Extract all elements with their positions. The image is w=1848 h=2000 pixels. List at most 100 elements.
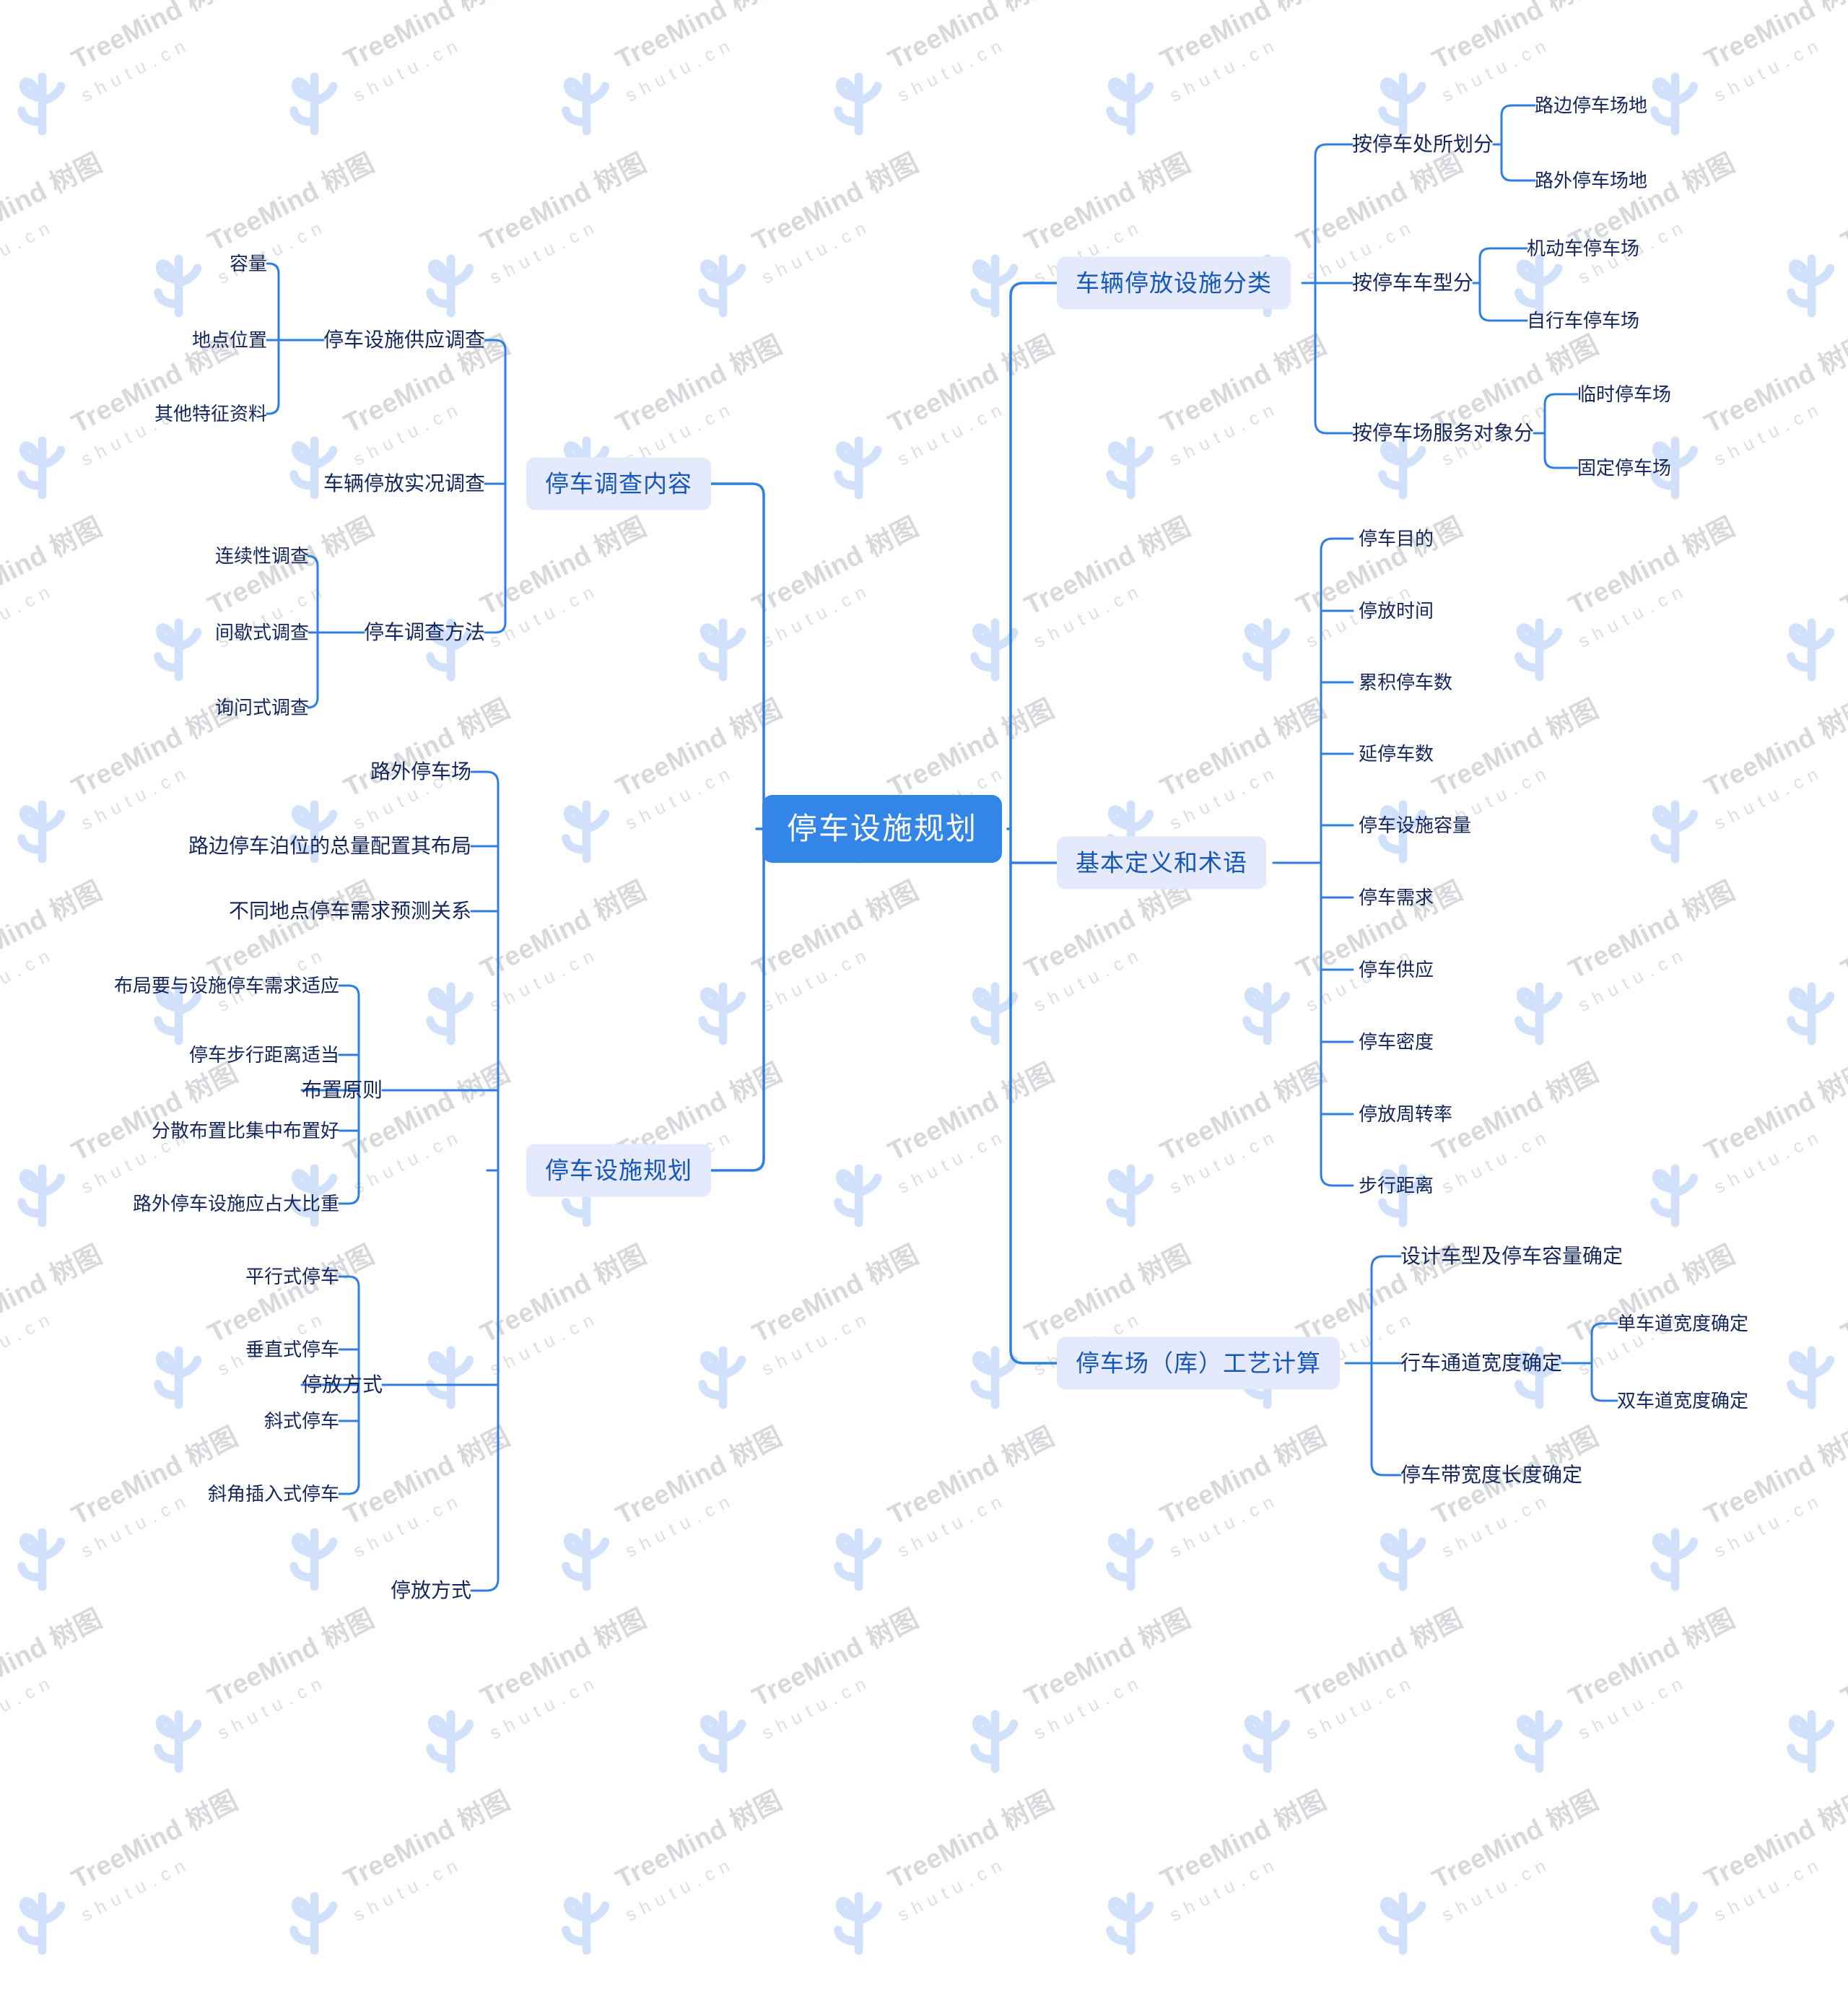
leaf-node[interactable]: 地点位置 xyxy=(192,331,267,349)
leaf-node[interactable]: 平行式停车 xyxy=(245,1267,339,1286)
leaf-node[interactable]: 路边停车场地 xyxy=(1535,96,1647,115)
watermark-site: shutu.cn xyxy=(0,1671,59,1744)
leaf-node[interactable]: 自行车停车场 xyxy=(1527,311,1639,330)
leaf-node[interactable]: 连续性调查 xyxy=(215,547,309,565)
sub-branch-node[interactable]: 停车带宽度长度确定 xyxy=(1400,1465,1582,1485)
sub-branch-node[interactable]: 停车设施供应调查 xyxy=(323,330,485,350)
connector-line xyxy=(484,339,507,352)
sub-branch-node[interactable]: 路外停车场 xyxy=(370,762,471,782)
watermark-site: shutu.cn xyxy=(1031,1671,1148,1744)
watermark-site: shutu.cn xyxy=(1303,1671,1420,1744)
connector-line xyxy=(1320,1173,1354,1187)
leaf-node[interactable]: 延停车数 xyxy=(1359,744,1434,763)
connector-line xyxy=(307,696,319,709)
leaf-node[interactable]: 停车设施容量 xyxy=(1359,816,1471,835)
root-node[interactable]: 停车设施规划 xyxy=(762,795,1003,863)
sub-branch-node[interactable]: 停放方式 xyxy=(302,1375,383,1395)
sub-branch-node[interactable]: 设计车型及停车容量确定 xyxy=(1400,1246,1623,1266)
watermark-tile: TreeMind 树图shutu.cn xyxy=(1633,1785,1848,2000)
connector-line xyxy=(1590,1322,1618,1335)
sub-branch-node[interactable]: 按停车处所划分 xyxy=(1352,134,1494,155)
cactus-branch-icon xyxy=(147,1707,207,1776)
sub-branch-node[interactable]: 路边停车泊位的总量配置其布局 xyxy=(188,836,471,856)
cactus-branch-icon xyxy=(963,1707,1024,1776)
leaf-node[interactable]: 固定停车场 xyxy=(1577,458,1671,477)
watermark-brand: TreeMind 树图 xyxy=(339,1785,515,1895)
cactus-branch-icon xyxy=(1643,1889,1704,1958)
sub-branch-node[interactable]: 布置原则 xyxy=(302,1080,383,1100)
cactus-branch-icon xyxy=(1371,1889,1431,1958)
leaf-node[interactable]: 双车道宽度确定 xyxy=(1617,1391,1748,1410)
connector-line xyxy=(307,555,319,568)
watermark-site: shutu.cn xyxy=(622,1853,739,1926)
leaf-node[interactable]: 间歇式调查 xyxy=(215,623,309,642)
leaf-node[interactable]: 停车需求 xyxy=(1359,888,1434,907)
cactus-branch-icon xyxy=(1099,1889,1159,1958)
leaf-node[interactable]: 临时停车场 xyxy=(1577,385,1671,404)
branch-node-lot-process-calc[interactable]: 停车场（库）工艺计算 xyxy=(1057,1336,1340,1390)
sub-branch-node[interactable]: 停车调查方法 xyxy=(364,622,485,643)
connector-line xyxy=(1314,420,1354,435)
leaf-node[interactable]: 其他特征资料 xyxy=(154,404,267,423)
mindmap-canvas: TreeMind 树图 shutu.cn TreeMind 树图 shutu.cn Tr… xyxy=(0,0,1848,1955)
branch-node-parking-facility-plan[interactable]: 停车设施规划 xyxy=(526,1144,711,1197)
watermark-site: shutu.cn xyxy=(487,1671,603,1744)
leaf-node[interactable]: 路外停车设施应占大比重 xyxy=(133,1194,339,1213)
connector-line xyxy=(266,262,280,275)
leaf-node[interactable]: 布局要与设施停车需求适应 xyxy=(114,976,339,995)
leaf-node[interactable]: 机动车停车场 xyxy=(1527,239,1639,258)
connector-line xyxy=(1543,393,1579,406)
sub-branch-node[interactable]: 停放方式 xyxy=(391,1581,471,1601)
leaf-node[interactable]: 停放时间 xyxy=(1359,601,1434,620)
leaf-node[interactable]: 停放周转率 xyxy=(1359,1105,1452,1123)
leaf-node[interactable]: 停车供应 xyxy=(1359,960,1434,979)
connector-line xyxy=(1009,282,1058,297)
watermark-site: shutu.cn xyxy=(78,1853,195,1926)
leaf-node[interactable]: 询问式调查 xyxy=(215,698,309,717)
watermark-site: shutu.cn xyxy=(350,1853,467,1926)
leaf-node[interactable]: 斜角插入式停车 xyxy=(208,1484,339,1503)
leaf-node[interactable]: 分散布置比集中布置好 xyxy=(152,1121,339,1140)
sub-branch-node[interactable]: 行车通道宽度确定 xyxy=(1400,1353,1562,1373)
sub-branch-node[interactable]: 不同地点停车需求预测关系 xyxy=(229,901,471,921)
cactus-branch-icon xyxy=(554,1889,615,1958)
connector-line xyxy=(710,482,765,497)
connector-line xyxy=(1320,537,1354,552)
leaf-node[interactable]: 容量 xyxy=(230,254,267,273)
sub-branch-node[interactable]: 按停车车型分 xyxy=(1352,273,1473,293)
connector-line xyxy=(338,984,360,997)
watermark-tile: TreeMind 树图shutu.cn xyxy=(816,1785,1098,2000)
leaf-node[interactable]: 斜式停车 xyxy=(264,1412,339,1430)
branch-node-parking-survey-content[interactable]: 停车调查内容 xyxy=(526,457,711,510)
leaf-node[interactable]: 累积停车数 xyxy=(1359,673,1452,692)
watermark-site: shutu.cn xyxy=(1711,1853,1828,1926)
leaf-node[interactable]: 停车密度 xyxy=(1359,1032,1434,1051)
leaf-node[interactable]: 单车道宽度确定 xyxy=(1617,1314,1748,1333)
connector-line xyxy=(484,621,507,634)
branch-node-facility-classification[interactable]: 车辆停放设施分类 xyxy=(1057,256,1291,310)
leaf-node[interactable]: 垂直式停车 xyxy=(245,1340,339,1359)
leaf-node[interactable]: 停车步行距离适当 xyxy=(189,1045,339,1064)
sub-branch-node[interactable]: 按停车场服务对象分 xyxy=(1352,423,1534,443)
connector-line xyxy=(1478,309,1528,322)
cactus-branch-icon xyxy=(10,1889,71,1958)
watermark-site: shutu.cn xyxy=(1167,1853,1283,1926)
watermark-site: shutu.cn xyxy=(1575,1671,1692,1744)
connector-line xyxy=(470,770,500,785)
cactus-branch-icon xyxy=(1235,1707,1296,1776)
connector-line xyxy=(1590,1389,1618,1402)
watermark-brand: TreeMind 树图 xyxy=(1427,1785,1603,1895)
connector-line xyxy=(338,1482,360,1495)
watermark-brand: TreeMind 树图 xyxy=(1699,1785,1848,1895)
connector-line xyxy=(1370,1462,1402,1477)
leaf-node[interactable]: 步行距离 xyxy=(1359,1176,1434,1195)
leaf-node[interactable]: 停车目的 xyxy=(1359,529,1434,548)
cactus-branch-icon xyxy=(691,1707,751,1776)
connector-line xyxy=(1478,247,1528,260)
leaf-node[interactable]: 路外停车场地 xyxy=(1535,171,1647,190)
watermark-tile: TreeMind 树图shutu.cn xyxy=(272,1785,554,2000)
sub-branch-node[interactable]: 车辆停放实况调查 xyxy=(323,474,485,494)
branch-node-definitions-terms[interactable]: 基本定义和术语 xyxy=(1057,836,1266,890)
watermark-site: shutu.cn xyxy=(214,1671,331,1744)
watermark-site: shutu.cn xyxy=(759,1671,876,1744)
